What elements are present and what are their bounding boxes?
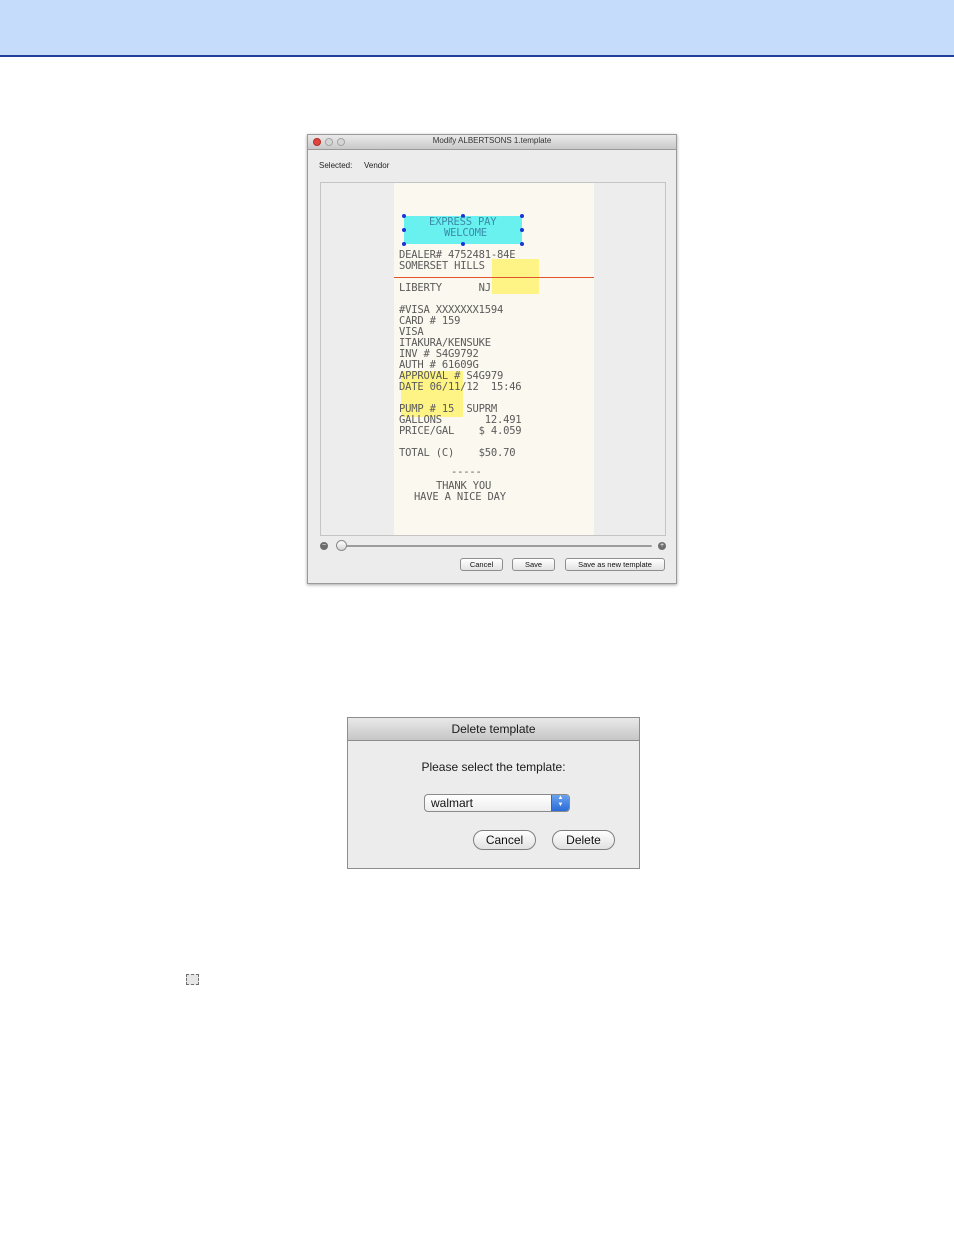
delete-button[interactable]: Delete	[552, 830, 615, 850]
resize-handle[interactable]	[520, 228, 524, 232]
updown-arrows-icon[interactable]: ▲ ▼	[551, 795, 569, 811]
header-band	[0, 0, 954, 57]
dialog-titlebar[interactable]: Delete template	[348, 718, 639, 741]
receipt-line: SOMERSET HILLS	[399, 260, 485, 272]
zoom-in-icon[interactable]: +	[658, 542, 666, 550]
dialog-prompt: Please select the template:	[421, 760, 566, 774]
receipt-line: LIBERTY NJ	[399, 282, 491, 294]
selected-label: Selected:	[319, 161, 353, 170]
zoom-out-icon[interactable]: −	[320, 542, 328, 550]
receipt-image[interactable]: EXPRESS PAY WELCOME DEALER# 4752481-84E …	[394, 183, 594, 535]
receipt-line: WELCOME	[444, 227, 487, 239]
save-as-new-template-button[interactable]: Save as new template	[565, 558, 665, 571]
selected-value: Vendor	[364, 161, 390, 170]
zoom-slider-knob[interactable]	[336, 540, 347, 551]
receipt-line: PRICE/GAL $ 4.059	[399, 425, 522, 437]
marquee-select-icon	[186, 974, 199, 985]
delete-template-dialog: Delete template Please select the templa…	[347, 717, 640, 869]
zoom-slider-track[interactable]	[336, 545, 652, 547]
receipt-line: HAVE A NICE DAY	[414, 491, 506, 503]
template-select[interactable]: walmart ▲ ▼	[424, 794, 570, 812]
cancel-button[interactable]: Cancel	[460, 558, 503, 571]
resize-handle[interactable]	[402, 242, 406, 246]
resize-handle[interactable]	[520, 242, 524, 246]
cancel-button[interactable]: Cancel	[473, 830, 536, 850]
save-button[interactable]: Save	[512, 558, 555, 571]
resize-handle[interactable]	[461, 242, 465, 246]
receipt-line: TOTAL (C) $50.70	[399, 447, 516, 459]
receipt-line: DATE 06/11/12 15:46	[399, 381, 522, 393]
divider-line	[394, 277, 594, 278]
resize-handle[interactable]	[402, 228, 406, 232]
window-titlebar[interactable]: Modify ALBERTSONS 1.template	[308, 135, 676, 150]
resize-handle[interactable]	[520, 214, 524, 218]
receipt-canvas[interactable]: EXPRESS PAY WELCOME DEALER# 4752481-84E …	[320, 182, 666, 536]
window-title: Modify ALBERTSONS 1.template	[432, 136, 552, 145]
template-select-value: walmart	[431, 796, 474, 810]
modify-template-window: Modify ALBERTSONS 1.template Selected: V…	[307, 134, 677, 584]
dialog-title: Delete template	[451, 722, 536, 736]
receipt-line: -----	[451, 466, 482, 478]
resize-handle[interactable]	[402, 214, 406, 218]
